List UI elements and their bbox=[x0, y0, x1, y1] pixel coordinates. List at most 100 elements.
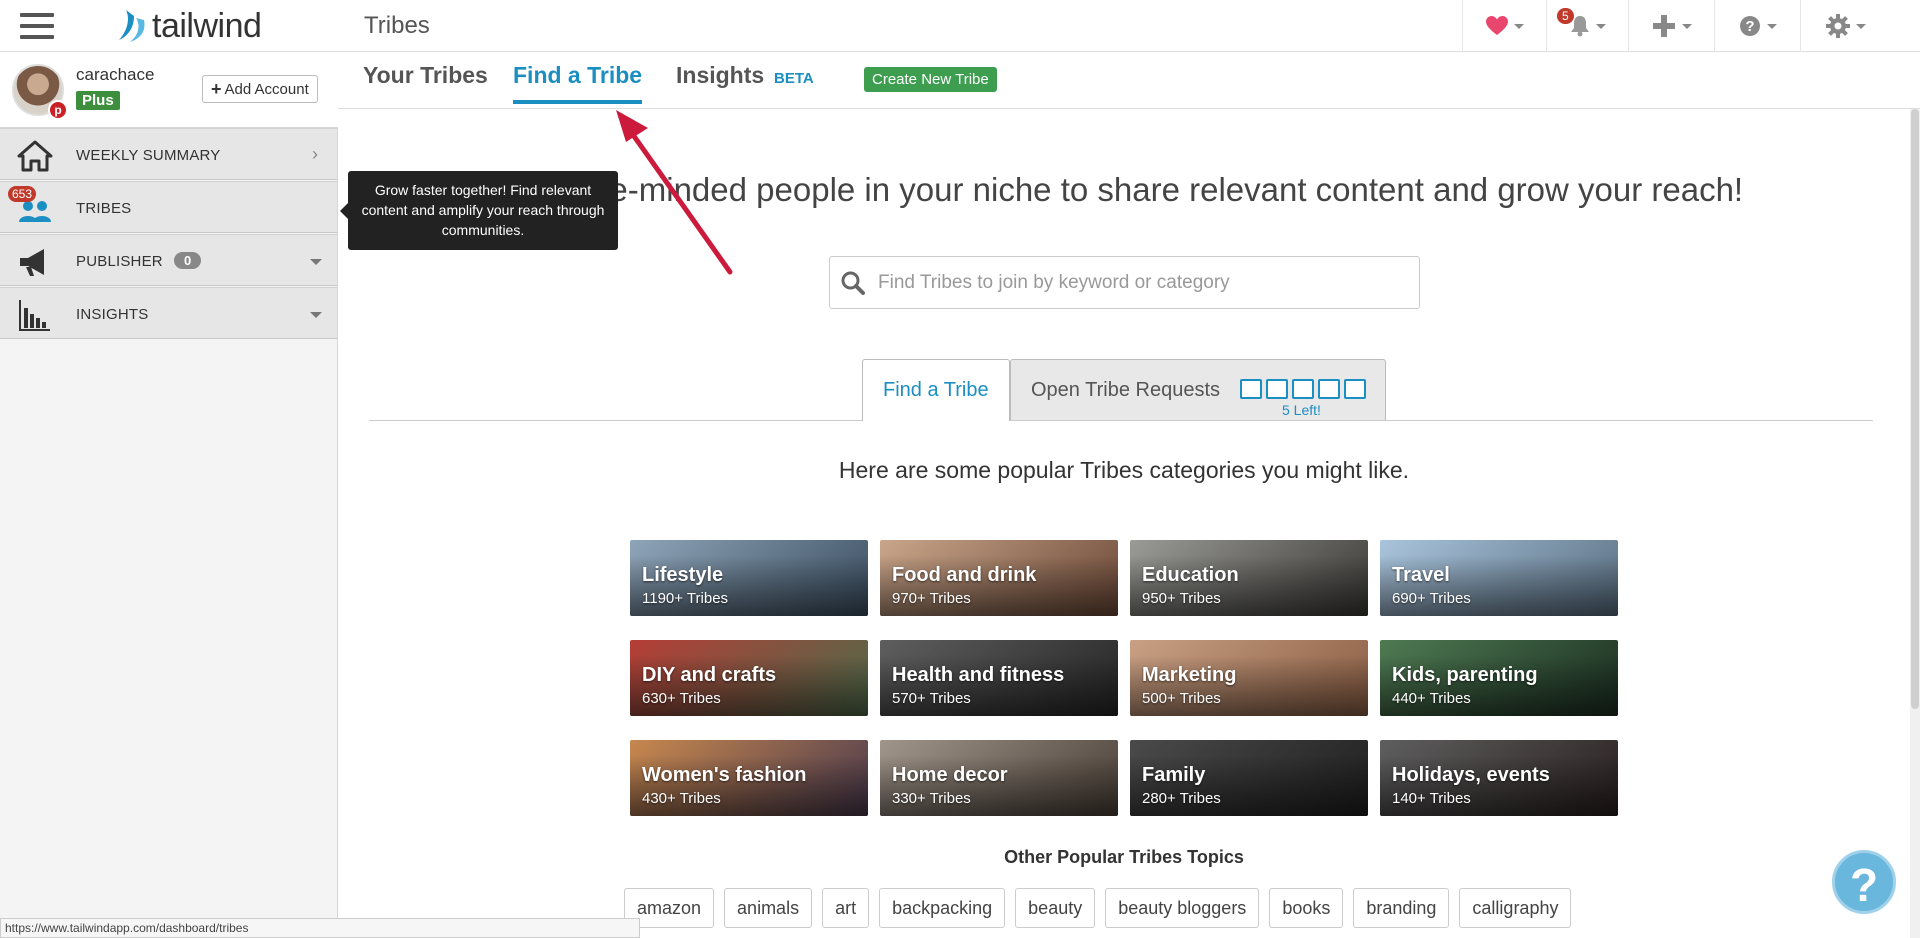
category-tile[interactable]: Women's fashion 430+ Tribes bbox=[630, 740, 868, 816]
caret-down-icon bbox=[1595, 23, 1606, 29]
category-count: 280+ Tribes bbox=[1142, 790, 1221, 807]
logo-bar: tailwind bbox=[0, 0, 338, 52]
gear-icon bbox=[1825, 14, 1850, 38]
help-menu-button[interactable]: ? bbox=[1714, 0, 1800, 52]
sidebar-item-insights[interactable]: INSIGHTS bbox=[0, 287, 337, 339]
beta-label: BETA bbox=[774, 70, 814, 87]
category-tile[interactable]: Education 950+ Tribes bbox=[1130, 540, 1368, 616]
category-name: DIY and crafts bbox=[642, 664, 777, 686]
caret-down-icon bbox=[310, 259, 322, 265]
slots-left-label: 5 Left! bbox=[1282, 402, 1321, 418]
settings-button[interactable] bbox=[1800, 0, 1890, 52]
add-account-label: Add Account bbox=[224, 80, 309, 98]
plus-icon bbox=[1652, 15, 1675, 37]
sidebar-item-weekly-summary[interactable]: WEEKLY SUMMARY › bbox=[0, 128, 337, 180]
add-account-button[interactable]: + Add Account bbox=[202, 75, 318, 103]
chevron-right-icon: › bbox=[312, 144, 318, 164]
sidebar-item-label: PUBLISHER bbox=[76, 253, 163, 270]
category-tile[interactable]: Marketing 500+ Tribes bbox=[1130, 640, 1368, 716]
request-slot bbox=[1344, 379, 1366, 399]
caret-down-icon bbox=[1766, 23, 1777, 29]
tailwind-bird-icon bbox=[119, 10, 145, 42]
notifications-button[interactable]: 5 bbox=[1546, 0, 1628, 52]
categories-heading: Here are some popular Tribes categories … bbox=[838, 457, 1410, 483]
username: carachace bbox=[76, 65, 155, 84]
tab-divider bbox=[369, 420, 1873, 421]
category-tile[interactable]: Kids, parenting 440+ Tribes bbox=[1380, 640, 1618, 716]
help-chat-button[interactable]: ? bbox=[1832, 850, 1896, 914]
topic-tag[interactable]: art bbox=[822, 888, 870, 928]
category-count: 430+ Tribes bbox=[642, 790, 721, 807]
category-name: Food and drink bbox=[892, 564, 1037, 586]
request-slots bbox=[1240, 379, 1366, 399]
app-root: tailwind p carachace Plus + Add Account … bbox=[0, 0, 1920, 938]
topic-tag[interactable]: calligraphy bbox=[1459, 888, 1572, 928]
category-count: 690+ Tribes bbox=[1392, 590, 1471, 607]
request-slot bbox=[1318, 379, 1340, 399]
category-grid: Lifestyle 1190+ Tribes Food and drink 970+ … bbox=[630, 540, 1620, 816]
publisher-count-badge: 0 bbox=[174, 252, 202, 269]
category-tile[interactable]: Travel 690+ Tribes bbox=[1380, 540, 1618, 616]
request-slot bbox=[1266, 379, 1288, 399]
caret-down-icon bbox=[310, 312, 322, 318]
topic-tag[interactable]: backpacking bbox=[879, 888, 1006, 928]
logo-wordmark: tailwind bbox=[152, 6, 262, 45]
svg-text:?: ? bbox=[1745, 18, 1754, 35]
tab-find-a-tribe[interactable]: Find a Tribe bbox=[513, 62, 643, 104]
annotation-arrow-icon bbox=[616, 110, 733, 275]
category-name: Kids, parenting bbox=[1392, 664, 1538, 686]
tab-find-a-tribe-content[interactable]: Find a Tribe bbox=[862, 359, 1010, 421]
home-icon bbox=[17, 140, 53, 172]
topic-list: amazon animals art backpacking beauty beauty … bbox=[624, 888, 1572, 928]
category-name: Health and fitness bbox=[892, 664, 1065, 686]
add-new-button[interactable] bbox=[1628, 0, 1714, 52]
tribe-search-box[interactable] bbox=[829, 256, 1420, 309]
account-panel: p carachace Plus + Add Account bbox=[0, 52, 338, 128]
category-count: 140+ Tribes bbox=[1392, 790, 1471, 807]
create-new-tribe-button[interactable]: Create New Tribe bbox=[864, 67, 997, 92]
pinterest-badge-icon: p bbox=[48, 100, 68, 120]
category-count: 500+ Tribes bbox=[1142, 690, 1221, 707]
sidebar-item-publisher[interactable]: PUBLISHER 0 bbox=[0, 234, 337, 286]
category-tile[interactable]: Home decor 330+ Tribes bbox=[880, 740, 1118, 816]
category-tile[interactable]: Lifestyle 1190+ Tribes bbox=[630, 540, 868, 616]
topic-tag[interactable]: beauty bloggers bbox=[1105, 888, 1260, 928]
topic-tag[interactable]: books bbox=[1269, 888, 1344, 928]
category-tile[interactable]: Family 280+ Tribes bbox=[1130, 740, 1368, 816]
top-header: Tribes 5 ? bbox=[338, 0, 1920, 52]
sidebar-item-label: INSIGHTS bbox=[76, 306, 149, 323]
page-scrollbar[interactable] bbox=[1910, 109, 1920, 938]
topic-tag[interactable]: animals bbox=[724, 888, 813, 928]
category-count: 950+ Tribes bbox=[1142, 590, 1221, 607]
tribes-tooltip: Grow faster together! Find relevant cont… bbox=[340, 171, 618, 250]
category-tile[interactable]: Health and fitness 570+ Tribes bbox=[880, 640, 1118, 716]
favorites-button[interactable] bbox=[1462, 0, 1546, 52]
category-tile[interactable]: DIY and crafts 630+ Tribes bbox=[630, 640, 868, 716]
category-tile[interactable]: Holidays, events 140+ Tribes bbox=[1380, 740, 1618, 816]
topic-tag[interactable]: branding bbox=[1353, 888, 1450, 928]
topic-tag[interactable]: beauty bbox=[1015, 888, 1096, 928]
bar-chart-icon bbox=[19, 300, 50, 331]
category-count: 630+ Tribes bbox=[642, 690, 721, 707]
status-url: https://www.tailwindapp.com/dashboard/tr… bbox=[0, 918, 640, 938]
plan-badge: Plus bbox=[76, 91, 120, 110]
tribe-search-input[interactable] bbox=[878, 271, 1378, 294]
tailwind-logo[interactable]: tailwind bbox=[116, 6, 262, 46]
tribes-subnav: Your Tribes Find a Tribe Insights BETA C… bbox=[338, 52, 1920, 109]
hamburger-menu-icon[interactable] bbox=[20, 13, 54, 39]
tab-insights[interactable]: Insights bbox=[676, 62, 764, 100]
category-tile[interactable]: Food and drink 970+ Tribes bbox=[880, 540, 1118, 616]
category-count: 440+ Tribes bbox=[1392, 690, 1471, 707]
scrollbar-thumb[interactable] bbox=[1911, 109, 1919, 709]
category-count: 570+ Tribes bbox=[892, 690, 971, 707]
category-name: Holidays, events bbox=[1392, 764, 1550, 786]
caret-down-icon bbox=[1855, 23, 1866, 29]
category-name: Home decor bbox=[892, 764, 1008, 786]
category-name: Marketing bbox=[1142, 664, 1237, 686]
request-slot bbox=[1292, 379, 1314, 399]
tab-your-tribes[interactable]: Your Tribes bbox=[363, 62, 488, 100]
tribes-count-badge: 653 bbox=[8, 186, 37, 202]
sidebar-item-label: WEEKLY SUMMARY bbox=[76, 147, 221, 164]
sidebar-item-tribes[interactable]: 653 TRIBES bbox=[0, 181, 337, 233]
category-count: 970+ Tribes bbox=[892, 590, 971, 607]
